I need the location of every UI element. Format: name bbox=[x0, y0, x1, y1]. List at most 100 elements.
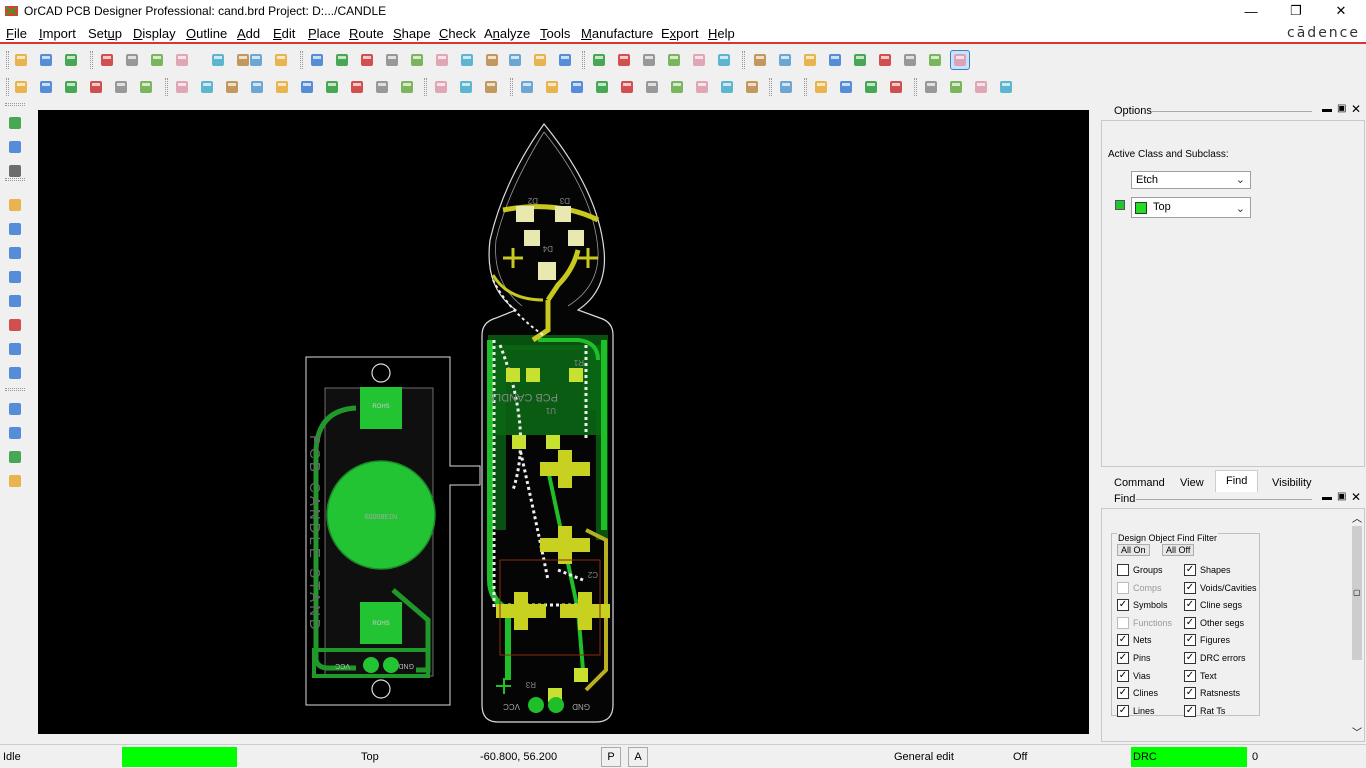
toolbar-grip[interactable] bbox=[510, 78, 513, 96]
toolbar-grip[interactable] bbox=[424, 78, 427, 96]
left-tool-icon[interactable] bbox=[6, 364, 24, 382]
left-tool-icon[interactable] bbox=[6, 316, 24, 334]
checkbox-nets[interactable]: ✓ bbox=[1117, 634, 1129, 647]
menu-add[interactable]: Add bbox=[237, 26, 260, 41]
tab-find[interactable]: Find bbox=[1215, 470, 1259, 492]
toolbar-grip[interactable] bbox=[90, 51, 93, 69]
toolbar-tool-icon[interactable] bbox=[298, 78, 316, 96]
toolbar-tool-icon[interactable] bbox=[323, 78, 341, 96]
left-tool-icon[interactable] bbox=[6, 448, 24, 466]
menu-edit[interactable]: Edit bbox=[273, 26, 295, 41]
close-button[interactable]: ✕ bbox=[1318, 0, 1364, 22]
toolbar-tool-icon[interactable] bbox=[876, 51, 894, 69]
menu-tools[interactable]: Tools bbox=[540, 26, 570, 41]
checkbox-clines[interactable]: ✓ bbox=[1117, 687, 1129, 700]
status-p-button[interactable]: P bbox=[601, 747, 621, 767]
checkbox-cline-segs[interactable]: ✓ bbox=[1184, 599, 1196, 612]
toolbar-tool-icon[interactable] bbox=[247, 51, 265, 69]
toolbar-tool-icon[interactable] bbox=[273, 78, 291, 96]
toolbar-tool-icon[interactable] bbox=[690, 51, 708, 69]
tab-view[interactable]: View bbox=[1169, 472, 1215, 492]
left-tool-icon[interactable] bbox=[6, 196, 24, 214]
toolbar-tool-icon[interactable] bbox=[950, 50, 970, 70]
toolbar-tool-icon[interactable] bbox=[922, 78, 940, 96]
checkbox-rat-ts[interactable]: ✓ bbox=[1184, 704, 1196, 717]
left-tool-icon[interactable] bbox=[6, 424, 24, 442]
checkbox-ratsnests[interactable]: ✓ bbox=[1184, 687, 1196, 700]
toolbar-tool-icon[interactable] bbox=[593, 78, 611, 96]
toolbar-tool-icon[interactable] bbox=[112, 78, 130, 96]
toolbar-tool-icon[interactable] bbox=[383, 51, 401, 69]
toolbar-tool-icon[interactable] bbox=[248, 78, 266, 96]
toolbar-tool-icon[interactable] bbox=[333, 51, 351, 69]
restore-button[interactable]: ❐ bbox=[1273, 0, 1319, 22]
toolbar-tool-icon[interactable] bbox=[12, 51, 30, 69]
menu-outline[interactable]: Outline bbox=[186, 26, 227, 41]
toolbar-tool-icon[interactable] bbox=[483, 51, 501, 69]
left-tool-icon[interactable] bbox=[6, 340, 24, 358]
toolbar-tool-icon[interactable] bbox=[37, 78, 55, 96]
toolbar-tool-icon[interactable] bbox=[137, 78, 155, 96]
toolbar-tool-icon[interactable] bbox=[506, 51, 524, 69]
all-on-button[interactable]: All On bbox=[1117, 544, 1150, 556]
options-pin-icon[interactable]: ▬ bbox=[1322, 104, 1332, 115]
toolbar-tool-icon[interactable] bbox=[901, 51, 919, 69]
toolbar-grip[interactable] bbox=[742, 51, 745, 69]
toolbar-grip[interactable] bbox=[165, 78, 168, 96]
menu-route[interactable]: Route bbox=[349, 26, 384, 41]
panel-splitter[interactable] bbox=[1089, 103, 1101, 743]
toolbar-tool-icon[interactable] bbox=[568, 78, 586, 96]
toolbar-tool-icon[interactable] bbox=[408, 51, 426, 69]
toolbar-grip[interactable] bbox=[6, 51, 9, 69]
toolbar-tool-icon[interactable] bbox=[615, 51, 633, 69]
checkbox-pins[interactable]: ✓ bbox=[1117, 652, 1129, 664]
checkbox-groups[interactable] bbox=[1117, 564, 1129, 576]
toolbar-grip[interactable] bbox=[582, 51, 585, 69]
toolbar-tool-icon[interactable] bbox=[223, 78, 241, 96]
left-tool-icon[interactable] bbox=[6, 244, 24, 262]
menu-check[interactable]: Check bbox=[439, 26, 476, 41]
toolbar-tool-icon[interactable] bbox=[12, 78, 30, 96]
scroll-up-icon[interactable]: ︿ bbox=[1352, 510, 1362, 525]
find-pin-icon[interactable]: ▬ bbox=[1322, 492, 1332, 503]
toolbar-tool-icon[interactable] bbox=[887, 78, 905, 96]
status-a-button[interactable]: A bbox=[628, 747, 648, 767]
toolbar-tool-icon[interactable] bbox=[518, 78, 536, 96]
class-dropdown[interactable]: Etch ⌄ bbox=[1131, 171, 1251, 189]
toolbar-tool-icon[interactable] bbox=[826, 51, 844, 69]
toolbar-tool-icon[interactable] bbox=[837, 78, 855, 96]
toolbar-tool-icon[interactable] bbox=[718, 78, 736, 96]
toolbar-tool-icon[interactable] bbox=[926, 51, 944, 69]
toolbar-tool-icon[interactable] bbox=[693, 78, 711, 96]
checkbox-voids-cavities[interactable]: ✓ bbox=[1184, 581, 1196, 594]
toolbar-tool-icon[interactable] bbox=[458, 51, 476, 69]
toolbar-tool-icon[interactable] bbox=[37, 51, 55, 69]
toolbar-tool-icon[interactable] bbox=[997, 78, 1015, 96]
toolbar-tool-icon[interactable] bbox=[531, 51, 549, 69]
toolbar-tool-icon[interactable] bbox=[87, 78, 105, 96]
toolbar-tool-icon[interactable] bbox=[209, 51, 227, 69]
toolbar-tool-icon[interactable] bbox=[173, 78, 191, 96]
toolbar-tool-icon[interactable] bbox=[123, 51, 141, 69]
checkbox-lines[interactable]: ✓ bbox=[1117, 704, 1129, 717]
toolbar-grip[interactable] bbox=[6, 78, 9, 96]
left-tool-icon[interactable] bbox=[6, 472, 24, 490]
toolbar-tool-icon[interactable] bbox=[812, 78, 830, 96]
toolbar-tool-icon[interactable] bbox=[715, 51, 733, 69]
menu-import[interactable]: Import bbox=[39, 26, 76, 41]
minimize-button[interactable]: — bbox=[1228, 0, 1274, 22]
toolbar-tool-icon[interactable] bbox=[348, 78, 366, 96]
all-off-button[interactable]: All Off bbox=[1162, 544, 1195, 556]
menu-export[interactable]: Export bbox=[661, 26, 699, 41]
toolbar-tool-icon[interactable] bbox=[457, 78, 475, 96]
left-tool-icon[interactable] bbox=[6, 268, 24, 286]
toolbar-tool-icon[interactable] bbox=[543, 78, 561, 96]
checkbox-other-segs[interactable]: ✓ bbox=[1184, 616, 1196, 629]
toolbar-tool-icon[interactable] bbox=[743, 78, 761, 96]
toolbar-tool-icon[interactable] bbox=[776, 51, 794, 69]
toolbar-tool-icon[interactable] bbox=[590, 51, 608, 69]
left-tool-icon[interactable] bbox=[6, 400, 24, 418]
checkbox-symbols[interactable]: ✓ bbox=[1117, 599, 1129, 612]
toolbar-tool-icon[interactable] bbox=[148, 51, 166, 69]
toolbar-tool-icon[interactable] bbox=[482, 78, 500, 96]
